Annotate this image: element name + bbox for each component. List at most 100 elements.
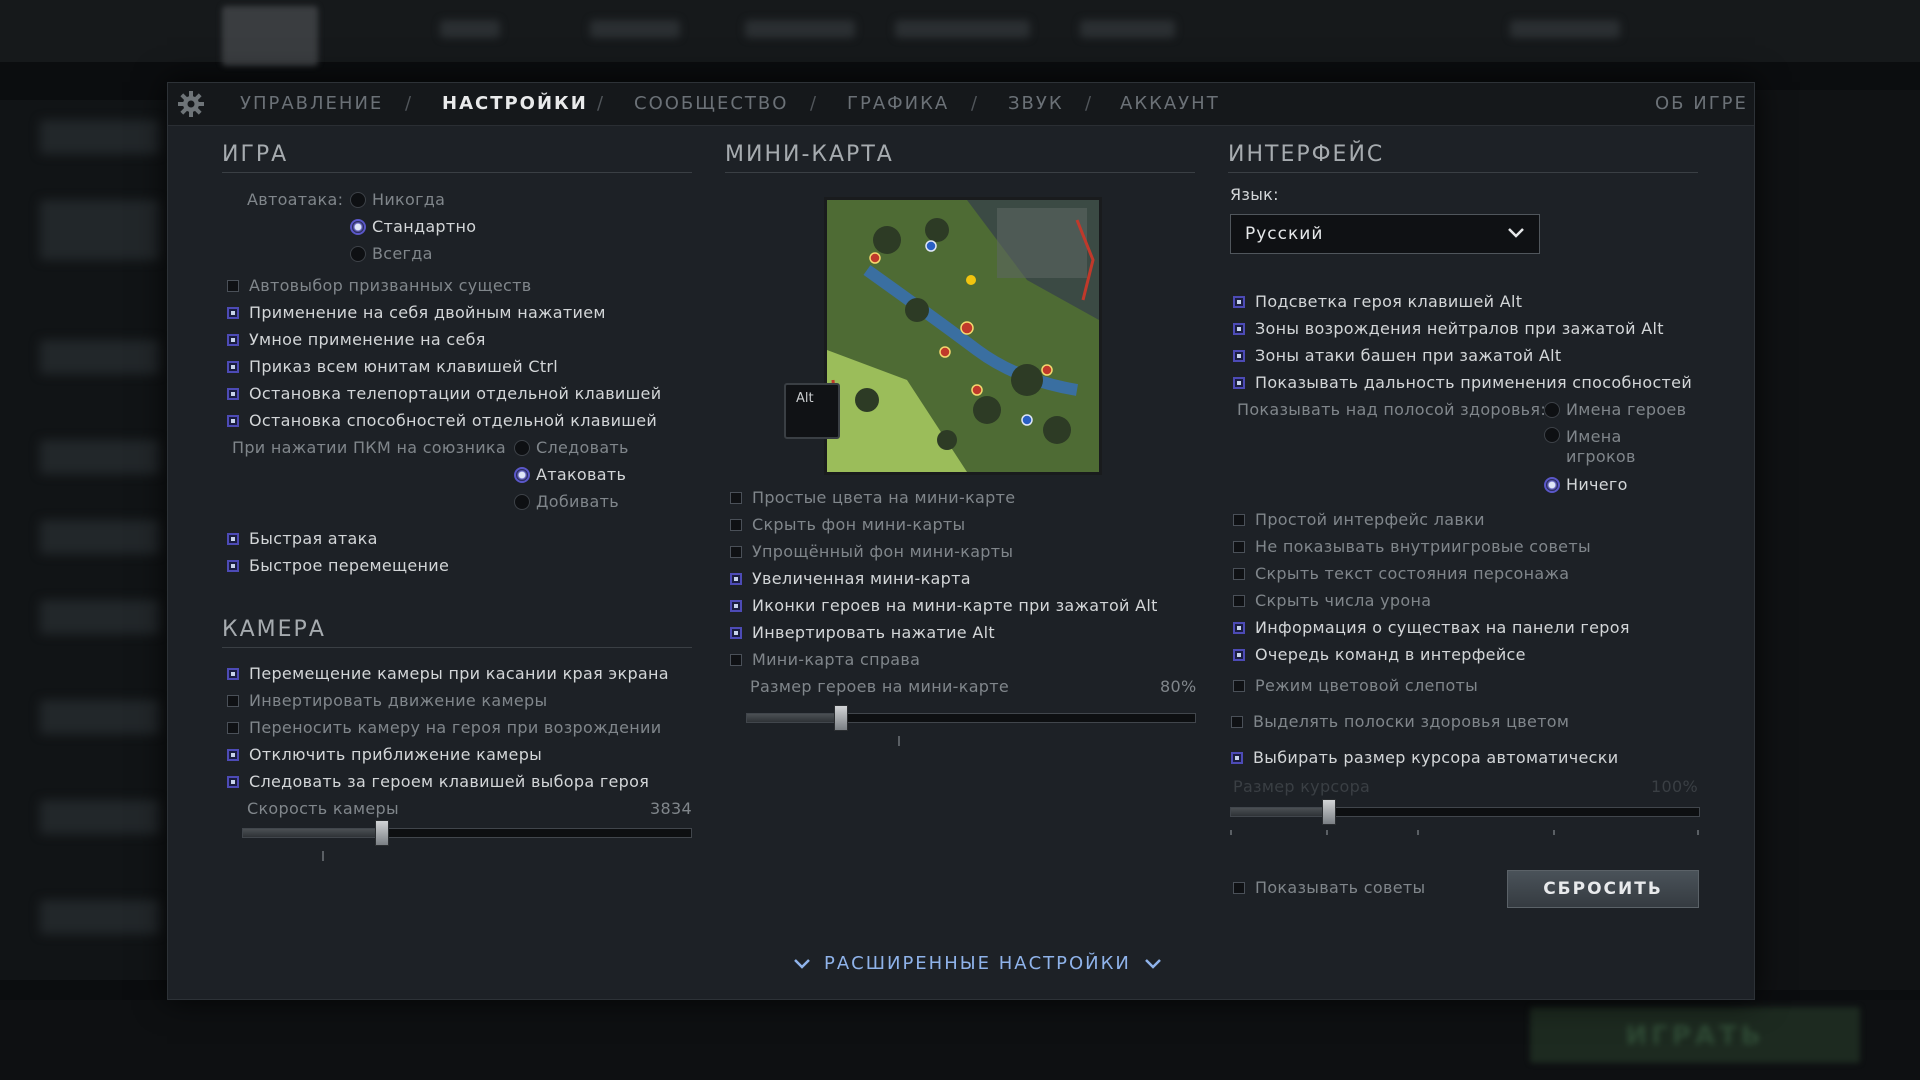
checkbox-row[interactable]: Инвертировать движение камеры <box>227 691 547 710</box>
checkbox[interactable] <box>227 387 239 400</box>
rmb-option-deny[interactable]: Добивать <box>514 492 619 511</box>
checkbox[interactable] <box>1233 567 1245 580</box>
checkbox-row[interactable]: Очередь команд в интерфейсе <box>1233 645 1526 664</box>
checkbox[interactable] <box>730 572 742 585</box>
checkbox[interactable] <box>730 626 742 639</box>
checkbox[interactable] <box>1231 715 1243 728</box>
checkbox[interactable] <box>1233 376 1245 389</box>
checkbox[interactable] <box>1231 751 1243 764</box>
checkbox[interactable] <box>1233 540 1245 553</box>
radio-button[interactable] <box>1544 427 1560 443</box>
checkbox-row[interactable]: Остановка телепортации отдельной клавише… <box>227 384 661 403</box>
checkbox[interactable] <box>1233 594 1245 607</box>
checkbox-row[interactable]: Выбирать размер курсора автоматически <box>1231 748 1618 767</box>
checkbox[interactable] <box>227 775 239 788</box>
checkbox[interactable] <box>227 532 239 545</box>
language-select[interactable]: Русский <box>1230 214 1540 254</box>
checkbox[interactable] <box>227 306 239 319</box>
reset-button[interactable]: СБРОСИТЬ <box>1507 870 1699 908</box>
checkbox-row[interactable]: Следовать за героем клавишей выбора геро… <box>227 772 649 791</box>
slider-knob[interactable] <box>374 820 389 846</box>
checkbox[interactable] <box>227 667 239 680</box>
tab-account[interactable]: АККАУНТ <box>1120 93 1220 114</box>
cursor-size-slider[interactable] <box>1230 799 1700 825</box>
checkbox[interactable] <box>227 559 239 572</box>
checkbox[interactable] <box>730 518 742 531</box>
radio-button[interactable] <box>1544 476 1560 493</box>
slider-knob[interactable] <box>834 705 849 731</box>
checkbox-row[interactable]: Информация о существах на панели героя <box>1233 618 1630 637</box>
checkbox-row[interactable]: Режим цветовой слепоты <box>1233 676 1478 695</box>
checkbox-row[interactable]: Быстрая атака <box>227 529 378 548</box>
hero-size-slider[interactable] <box>746 705 1196 731</box>
radio-button[interactable] <box>1544 401 1560 418</box>
checkbox-row[interactable]: Приказ всем юнитам клавишей Ctrl <box>227 357 558 376</box>
autoattack-option-never[interactable]: Никогда <box>350 190 445 209</box>
checkbox-row[interactable]: Зоны возрождения нейтралов при зажатой A… <box>1233 319 1664 338</box>
autoattack-option-always[interactable]: Всегда <box>350 244 433 263</box>
checkbox-row[interactable]: Мини-карта справа <box>730 650 920 669</box>
checkbox-row[interactable]: Не показывать внутриигровые советы <box>1233 537 1591 556</box>
radio-button[interactable] <box>514 439 530 456</box>
checkbox[interactable] <box>227 279 239 292</box>
checkbox-row[interactable]: Скрыть числа урона <box>1233 591 1431 610</box>
checkbox[interactable] <box>1233 648 1245 661</box>
checkbox-row[interactable]: Инвертировать нажатие Alt <box>730 623 995 642</box>
checkbox[interactable] <box>227 333 239 346</box>
checkbox-row[interactable]: Упрощённый фон мини-карты <box>730 542 1013 561</box>
play-button[interactable]: ИГРАТЬ <box>1530 1007 1860 1063</box>
checkbox[interactable] <box>1233 295 1245 308</box>
radio-button[interactable] <box>350 191 366 208</box>
tab-controls[interactable]: УПРАВЛЕНИЕ <box>240 93 383 114</box>
checkbox-row[interactable]: Отключить приближение камеры <box>227 745 542 764</box>
checkbox-row[interactable]: Простые цвета на мини-карте <box>730 488 1015 507</box>
checkbox-row[interactable]: Скрыть текст состояния персонажа <box>1233 564 1569 583</box>
healthbar-option-player-names[interactable]: Имена игроков <box>1544 427 1636 467</box>
slider-knob[interactable] <box>1322 799 1337 825</box>
checkbox[interactable] <box>227 721 239 734</box>
radio-button[interactable] <box>514 466 530 483</box>
checkbox-row[interactable]: Остановка способностей отдельной клавише… <box>227 411 657 430</box>
camera-speed-slider[interactable] <box>242 820 692 846</box>
healthbar-option-hero-names[interactable]: Имена героев <box>1544 400 1686 419</box>
checkbox-row[interactable]: Подсветка героя клавишей Alt <box>1233 292 1522 311</box>
radio-button[interactable] <box>350 218 366 235</box>
autoattack-option-standard[interactable]: Стандартно <box>350 217 476 236</box>
checkbox[interactable] <box>227 748 239 761</box>
checkbox-row[interactable]: Применение на себя двойным нажатием <box>227 303 606 322</box>
show-tips-row[interactable]: Показывать советы <box>1233 878 1425 897</box>
tab-graphics[interactable]: ГРАФИКА <box>847 93 949 114</box>
checkbox-row[interactable]: Быстрое перемещение <box>227 556 449 575</box>
tab-settings[interactable]: НАСТРОЙКИ <box>442 93 588 114</box>
checkbox-row[interactable]: Иконки героев на мини-карте при зажатой … <box>730 596 1158 615</box>
checkbox[interactable] <box>227 414 239 427</box>
checkbox[interactable] <box>730 491 742 504</box>
checkbox-row[interactable]: Умное применение на себя <box>227 330 486 349</box>
checkbox[interactable] <box>1233 621 1245 634</box>
gear-icon[interactable] <box>176 90 206 120</box>
checkbox-row[interactable]: Скрыть фон мини-карты <box>730 515 965 534</box>
checkbox[interactable] <box>730 599 742 612</box>
checkbox[interactable] <box>1233 349 1245 362</box>
tab-community[interactable]: СООБЩЕСТВО <box>634 93 788 114</box>
rmb-option-follow[interactable]: Следовать <box>514 438 629 457</box>
checkbox[interactable] <box>227 694 239 707</box>
checkbox-row[interactable]: Увеличенная мини-карта <box>730 569 971 588</box>
radio-button[interactable] <box>350 245 366 262</box>
checkbox-row[interactable]: Простой интерфейс лавки <box>1233 510 1485 529</box>
checkbox[interactable] <box>730 545 742 558</box>
checkbox[interactable] <box>1233 322 1245 335</box>
checkbox-row[interactable]: Автовыбор призванных существ <box>227 276 531 295</box>
tab-sound[interactable]: ЗВУК <box>1008 93 1064 114</box>
checkbox[interactable] <box>730 653 742 666</box>
checkbox-row[interactable]: Выделять полоски здоровья цветом <box>1231 712 1569 731</box>
checkbox-row[interactable]: Перемещение камеры при касании края экра… <box>227 664 669 683</box>
checkbox[interactable] <box>1233 679 1245 692</box>
checkbox-row[interactable]: Зоны атаки башен при зажатой Alt <box>1233 346 1562 365</box>
healthbar-option-none[interactable]: Ничего <box>1544 475 1628 494</box>
checkbox-row[interactable]: Показывать дальность применения способно… <box>1233 373 1692 392</box>
radio-button[interactable] <box>514 493 530 510</box>
tab-about[interactable]: ОБ ИГРЕ <box>1655 93 1748 114</box>
advanced-settings-toggle[interactable]: РАСШИРЕННЫЕ НАСТРОЙКИ <box>780 953 1175 974</box>
checkbox[interactable] <box>1233 881 1245 894</box>
